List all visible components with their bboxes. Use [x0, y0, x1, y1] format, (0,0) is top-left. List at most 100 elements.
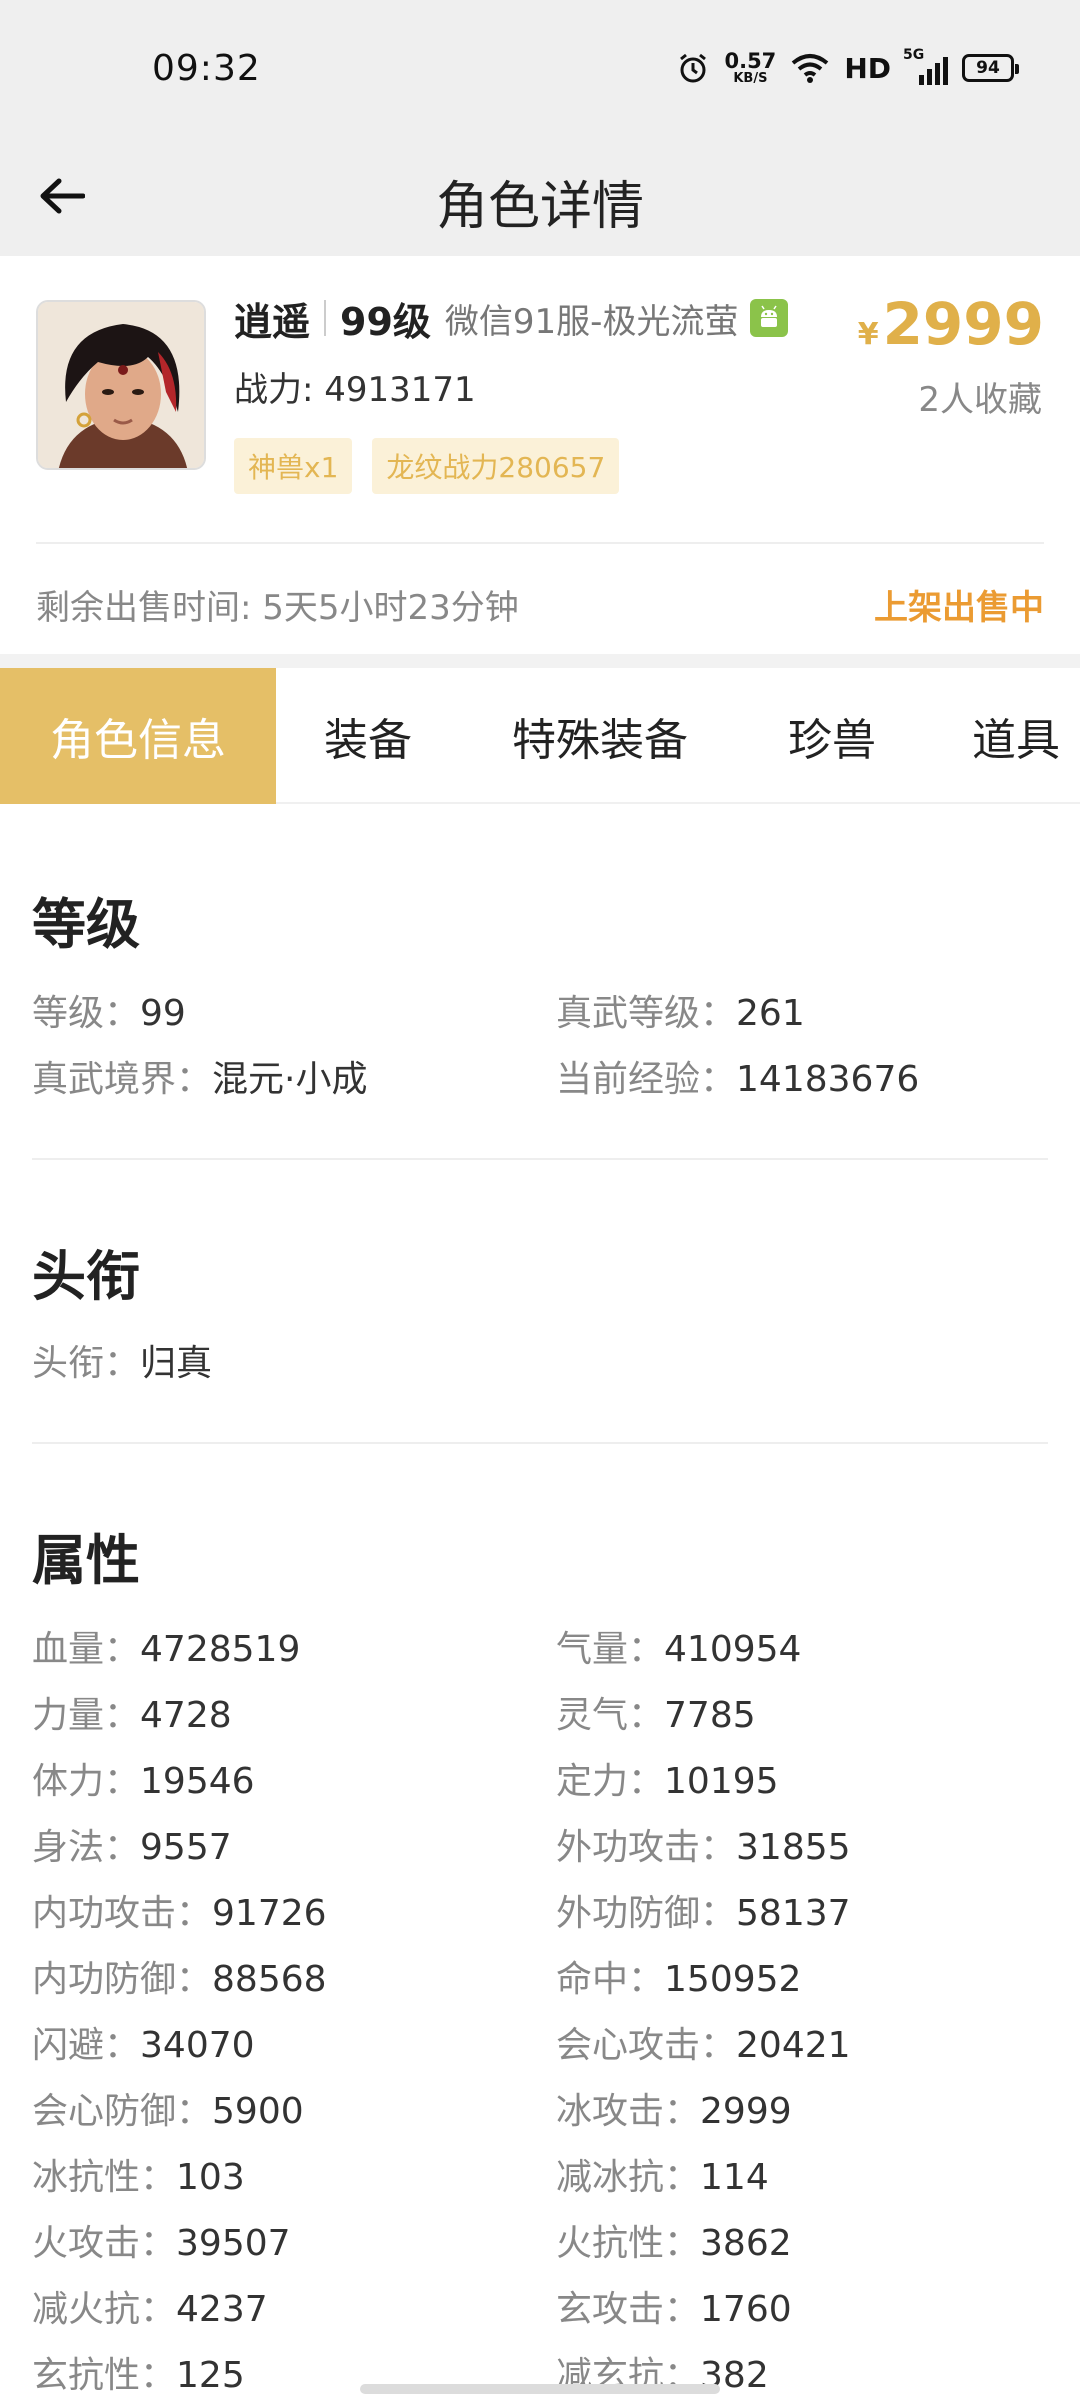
name-row: 逍遥 99级 微信91服-极光流萤 [234, 292, 789, 344]
attr-row: 真武等级：261 [556, 984, 805, 1036]
attr-value: 10195 [664, 1761, 779, 1802]
home-indicator [360, 2384, 720, 2394]
attr-value: 34070 [140, 2025, 255, 2066]
attr-row: 血量：4728519 [32, 1620, 300, 1672]
attr-row: 会心攻击：20421 [556, 2016, 851, 2068]
attr-key: 会心攻击： [556, 2025, 737, 2066]
attr-value: 混元·小成 [212, 1059, 368, 1100]
price: ¥ 2999 [858, 290, 1044, 358]
attr-row: 冰攻击：2999 [556, 2082, 792, 2134]
attr-row: 外功攻击：31855 [556, 1818, 851, 1870]
attr-row: 定力：10195 [556, 1752, 779, 1804]
hd-label: HD [844, 51, 891, 85]
attr-key: 力量： [32, 1695, 141, 1736]
attr-value: 7785 [664, 1695, 756, 1736]
character-level: 99级 [340, 299, 431, 344]
section-divider [32, 1442, 1048, 1444]
attr-value: 99 [140, 993, 186, 1034]
attr-key: 会心防御： [32, 2091, 213, 2132]
attr-value: 91726 [212, 1893, 327, 1934]
attr-row: 冰抗性：103 [32, 2148, 245, 2200]
page-title: 角色详情 [435, 177, 644, 237]
attr-row: 等级：99 [32, 984, 186, 1036]
attr-value: 31855 [736, 1827, 851, 1868]
card-divider [36, 542, 1044, 544]
remaining-sale-time: 剩余出售时间: 5天5小时23分钟 [36, 588, 519, 628]
attr-key: 定力： [556, 1761, 665, 1802]
attr-row: 力量：4728 [32, 1686, 232, 1738]
tab-pets[interactable]: 珍兽 [740, 668, 924, 804]
attr-row: 减冰抗：114 [556, 2148, 769, 2200]
attr-key: 真武境界： [32, 1059, 213, 1100]
tab-character-info[interactable]: 角色信息 [0, 668, 276, 804]
tab-special-equipment[interactable]: 特殊装备 [460, 668, 740, 804]
status-icons: 0.57 KB/S HD 5G 94 [676, 46, 1019, 90]
attr-key: 玄抗性： [32, 2355, 177, 2396]
character-name: 逍遥 [234, 299, 311, 344]
tab-equipment[interactable]: 装备 [276, 668, 460, 804]
attr-value: 2999 [700, 2091, 792, 2132]
attr-row: 会心防御：5900 [32, 2082, 304, 2134]
net-speed-value: 0.57 [724, 49, 777, 73]
favorites-count: 2人收藏 [918, 380, 1042, 420]
attr-row: 火抗性：3862 [556, 2214, 792, 2266]
character-avatar[interactable] [36, 300, 206, 470]
attr-value: 150952 [664, 1959, 802, 2000]
attr-value: 9557 [140, 1827, 232, 1868]
net-speed-unit: KB/S [733, 71, 768, 86]
attr-key: 外功攻击： [556, 1827, 737, 1868]
status-bar: 09:32 0.57 KB/S HD 5G 94 [0, 0, 1080, 136]
signal-icon: 5G [903, 47, 948, 85]
attr-value: 103 [176, 2157, 245, 2198]
attr-key: 灵气： [556, 1695, 665, 1736]
attr-key: 减火抗： [32, 2289, 177, 2330]
tag-list: 神兽x1 龙纹战力280657 [234, 438, 620, 494]
net-speed: 0.57 KB/S [724, 49, 777, 86]
attr-value: 3862 [700, 2223, 792, 2264]
battery-level: 94 [976, 58, 1000, 78]
attr-value: 261 [736, 993, 805, 1034]
section-gap [0, 654, 1080, 668]
combat-power: 战力: 4913171 [234, 370, 476, 410]
tab-items[interactable]: 道具 [924, 668, 1080, 804]
network-type: 5G [903, 47, 925, 63]
attr-key: 外功防御： [556, 1893, 737, 1934]
server-name: 微信91服-极光流萤 [444, 301, 739, 342]
attr-value: 5900 [212, 2091, 304, 2132]
attr-value: 58137 [736, 1893, 851, 1934]
tag-pet: 神兽x1 [234, 438, 353, 494]
attr-value: 4237 [176, 2289, 268, 2330]
attr-key: 体力： [32, 1761, 141, 1802]
attr-key: 当前经验： [556, 1059, 737, 1100]
attr-key: 火抗性： [556, 2223, 701, 2264]
name-separator [324, 300, 327, 336]
section-title-attributes: 属性 [32, 1529, 140, 1592]
character-portrait-image [38, 302, 204, 468]
attr-value: 410954 [664, 1629, 802, 1670]
price-currency: ¥ [857, 317, 879, 352]
attr-row: 玄抗性：125 [32, 2346, 245, 2398]
attr-value: 1760 [700, 2289, 792, 2330]
attr-row: 真武境界：混元·小成 [32, 1050, 367, 1102]
attr-row: 体力：19546 [32, 1752, 255, 1804]
attr-value: 114 [700, 2157, 769, 2198]
battery-icon: 94 [962, 54, 1019, 82]
product-card: 逍遥 99级 微信91服-极光流萤 ¥ 2999 2人收藏 战力: 491317… [0, 272, 1080, 654]
tag-dragon-power: 龙纹战力280657 [372, 438, 620, 494]
attr-row: 当前经验：14183676 [556, 1050, 919, 1102]
attr-key: 冰攻击： [556, 2091, 701, 2132]
alarm-icon [676, 51, 710, 85]
attr-value: 39507 [176, 2223, 291, 2264]
attr-key: 头衔： [32, 1343, 141, 1384]
attr-row: 外功防御：58137 [556, 1884, 851, 1936]
section-divider [32, 1158, 1048, 1160]
attr-row: 火攻击：39507 [32, 2214, 291, 2266]
attr-row: 身法：9557 [32, 1818, 232, 1870]
attr-row: 减火抗：4237 [32, 2280, 268, 2332]
section-title-title: 头衔 [32, 1245, 140, 1308]
attr-row: 灵气：7785 [556, 1686, 756, 1738]
attr-value: 归真 [140, 1343, 213, 1384]
attr-key: 内功攻击： [32, 1893, 213, 1934]
attr-value: 4728519 [140, 1629, 301, 1670]
attr-key: 火攻击： [32, 2223, 177, 2264]
